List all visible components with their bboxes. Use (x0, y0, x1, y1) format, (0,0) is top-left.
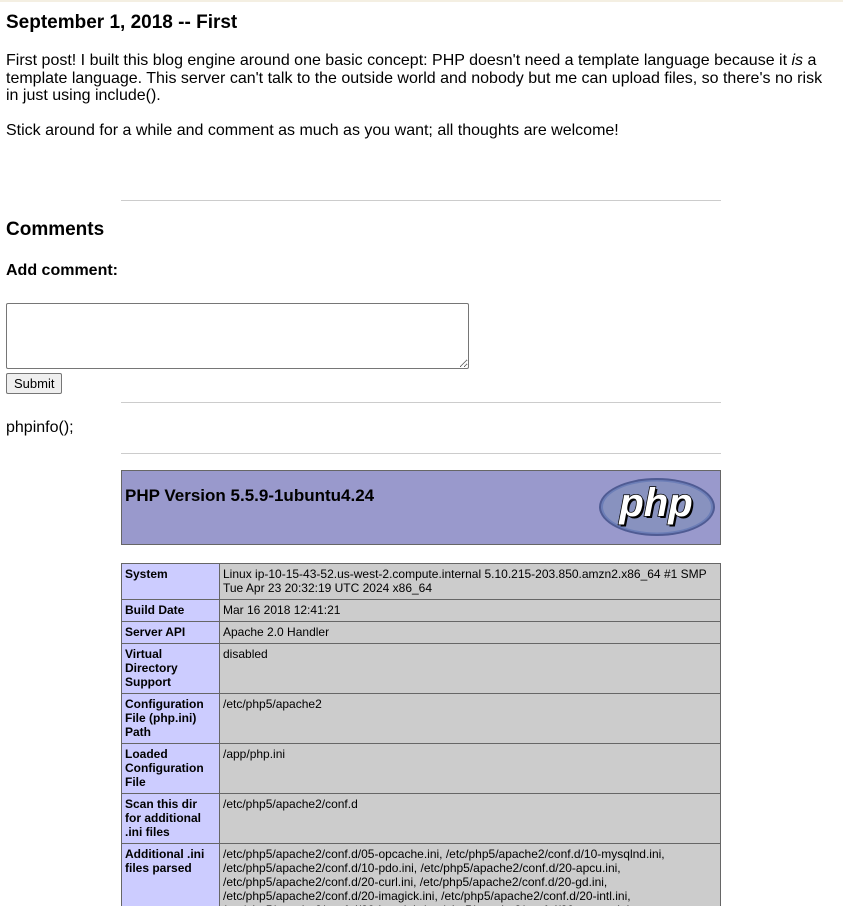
divider (121, 453, 721, 454)
post-title: September 1, 2018 -- First (6, 12, 238, 33)
php-version-title: PHP Version 5.5.9-1ubuntu4.24 (125, 486, 375, 505)
row-label: Virtual Directory Support (121, 643, 220, 694)
comment-textarea[interactable] (6, 303, 469, 369)
row-value: Mar 16 2018 12:41:21 (219, 599, 721, 622)
table-row: Build Date Mar 16 2018 12:41:21 (121, 599, 721, 622)
php-logo-text: php (618, 481, 692, 525)
row-label: System (121, 563, 220, 600)
row-label: Additional .ini files parsed (121, 843, 220, 906)
row-label: Configuration File (php.ini) Path (121, 693, 220, 744)
row-value: /etc/php5/apache2/conf.d/05-opcache.ini,… (219, 843, 721, 906)
row-label: Build Date (121, 599, 220, 622)
table-row: Scan this dir for additional .ini files … (121, 793, 721, 844)
table-row: Virtual Directory Support disabled (121, 643, 721, 694)
table-row: Configuration File (php.ini) Path /etc/p… (121, 693, 721, 744)
row-value: /etc/php5/apache2 (219, 693, 721, 744)
phpinfo-table: System Linux ip-10-15-43-52.us-west-2.co… (121, 563, 721, 906)
php-logo-icon: php php (599, 478, 715, 536)
row-value: /app/php.ini (219, 743, 721, 794)
comments-heading: Comments (6, 219, 105, 240)
comment-body: phpinfo(); (6, 419, 74, 436)
submit-button[interactable]: Submit (6, 373, 63, 394)
table-row: Loaded Configuration File /app/php.ini (121, 743, 721, 794)
top-border-line (0, 0, 843, 2)
row-value: Linux ip-10-15-43-52.us-west-2.compute.i… (219, 563, 721, 600)
row-label: Loaded Configuration File (121, 743, 220, 794)
row-value: Apache 2.0 Handler (219, 621, 721, 644)
add-comment-heading: Add comment: (6, 262, 118, 279)
row-value: /etc/php5/apache2/conf.d (219, 793, 721, 844)
row-label: Scan this dir for additional .ini files (121, 793, 220, 844)
post-text-part: First post! I built this blog engine aro… (6, 52, 792, 69)
phpinfo-header: PHP Version 5.5.9-1ubuntu4.24 php php (121, 470, 721, 545)
row-value: disabled (219, 643, 721, 694)
divider (121, 200, 721, 201)
row-label: Server API (121, 621, 220, 644)
table-row: System Linux ip-10-15-43-52.us-west-2.co… (121, 563, 721, 600)
post-paragraph-1: First post! I built this blog engine aro… (6, 52, 836, 105)
post-text-emphasis: is (791, 52, 804, 69)
table-row: Server API Apache 2.0 Handler (121, 621, 721, 644)
table-row: Additional .ini files parsed /etc/php5/a… (121, 843, 721, 906)
divider (121, 402, 721, 403)
post-paragraph-2: Stick around for a while and comment as … (6, 122, 619, 139)
